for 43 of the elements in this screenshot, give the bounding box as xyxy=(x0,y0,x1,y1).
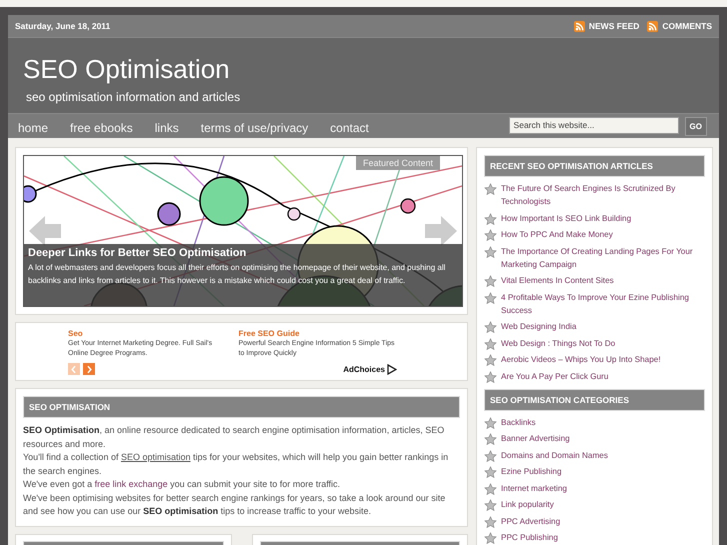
article-link[interactable]: The Importance Of Creating Landing Pages For Your Marketing Campaign xyxy=(501,244,699,270)
section-heading: SEO OPTIMISATION xyxy=(23,396,460,418)
feed-link[interactable]: NEWS FEED xyxy=(574,20,640,32)
featured-label: Featured Content xyxy=(356,156,440,170)
article-link[interactable]: 4 Profitable Ways To Improve Your Ezine Publishing Success xyxy=(501,290,699,316)
text-link[interactable]: SEO optimisation xyxy=(120,452,190,462)
date-text: Saturday, June 18, 2011 xyxy=(15,21,110,31)
article-link[interactable]: PPC Publishing xyxy=(501,531,558,544)
widget-heading: SEO OPTIMISATION CATEGORIES xyxy=(484,388,705,410)
nav-link[interactable]: links xyxy=(154,117,179,135)
article-link[interactable]: Ezine Publishing xyxy=(501,465,562,478)
article-link[interactable]: Vital Elements In Content Sites xyxy=(501,274,614,287)
nav-link[interactable]: terms of use/privacy xyxy=(200,117,308,135)
paragraph: We've even got a free link exchange you can submit your site to for more traffic. xyxy=(23,478,342,491)
article-link[interactable]: How Important Is SEO Link Building xyxy=(501,212,632,224)
go-button[interactable]: GO xyxy=(684,116,707,136)
article-link[interactable]: Are You A Pay Per Click Guru xyxy=(501,370,608,382)
article-link[interactable]: The Future Of Search Engines Is Scrutinized By Technologists xyxy=(501,182,699,208)
article-link[interactable]: Internet marketing xyxy=(501,482,567,494)
article-link[interactable]: Backlinks xyxy=(501,416,536,428)
article-link[interactable]: Banner Advertising xyxy=(501,432,570,445)
widget-heading: RECENT SEO OPTIMISATION ARTICLES xyxy=(484,155,705,177)
featured-title: Deeper Links for Better SEO Optimisation xyxy=(28,247,248,259)
feed-link[interactable]: COMMENTS xyxy=(647,20,712,32)
article-link[interactable]: Web Design : Things Not To Do xyxy=(501,336,616,350)
text-link[interactable]: free link exchange xyxy=(94,479,168,489)
paragraph: You'll find a collection of SEO optimisation tips for your websites, which will help you gain better rankings in the search engines. xyxy=(23,451,450,478)
article-link[interactable]: Web Designing India xyxy=(501,320,576,333)
featured-summary: A lot of webmasters and developers focus all their efforts on optimising the homepage of their website, and pushing all backlinks and links from articles to it. This however is a mistake which could cost you a great deal of traffic. xyxy=(28,262,446,287)
article-link[interactable]: Aerobic Videos – Whips You Up Into Shape! xyxy=(501,353,661,366)
nav-link[interactable]: free ebooks xyxy=(70,117,133,135)
site-title: SEO Optimisation xyxy=(23,53,231,84)
nav-link[interactable]: home xyxy=(18,117,48,135)
article-link[interactable]: Link popularity xyxy=(501,498,554,511)
article-link[interactable]: Domains and Domain Names xyxy=(501,448,608,462)
article-link[interactable]: PPC Advertising xyxy=(501,514,560,528)
article-link[interactable]: How To PPC And Make Money xyxy=(501,228,613,241)
nav-link[interactable]: contact xyxy=(330,117,369,135)
paragraph: We've been optimising websites for better search engine rankings for years, so take a look around our site and see how you can use our SEO optimisation tips to increase traffic to your website. xyxy=(23,492,446,518)
site-tagline: seo optimisation information and articles xyxy=(25,89,242,104)
paragraph: SEO Optimisation, an online resource dedicated to search engine optimisation information, articles, SEO resources and more. xyxy=(23,424,446,450)
adchoices-link[interactable]: AdChoices xyxy=(343,364,397,374)
search-field[interactable]: Search this website... xyxy=(508,116,679,134)
